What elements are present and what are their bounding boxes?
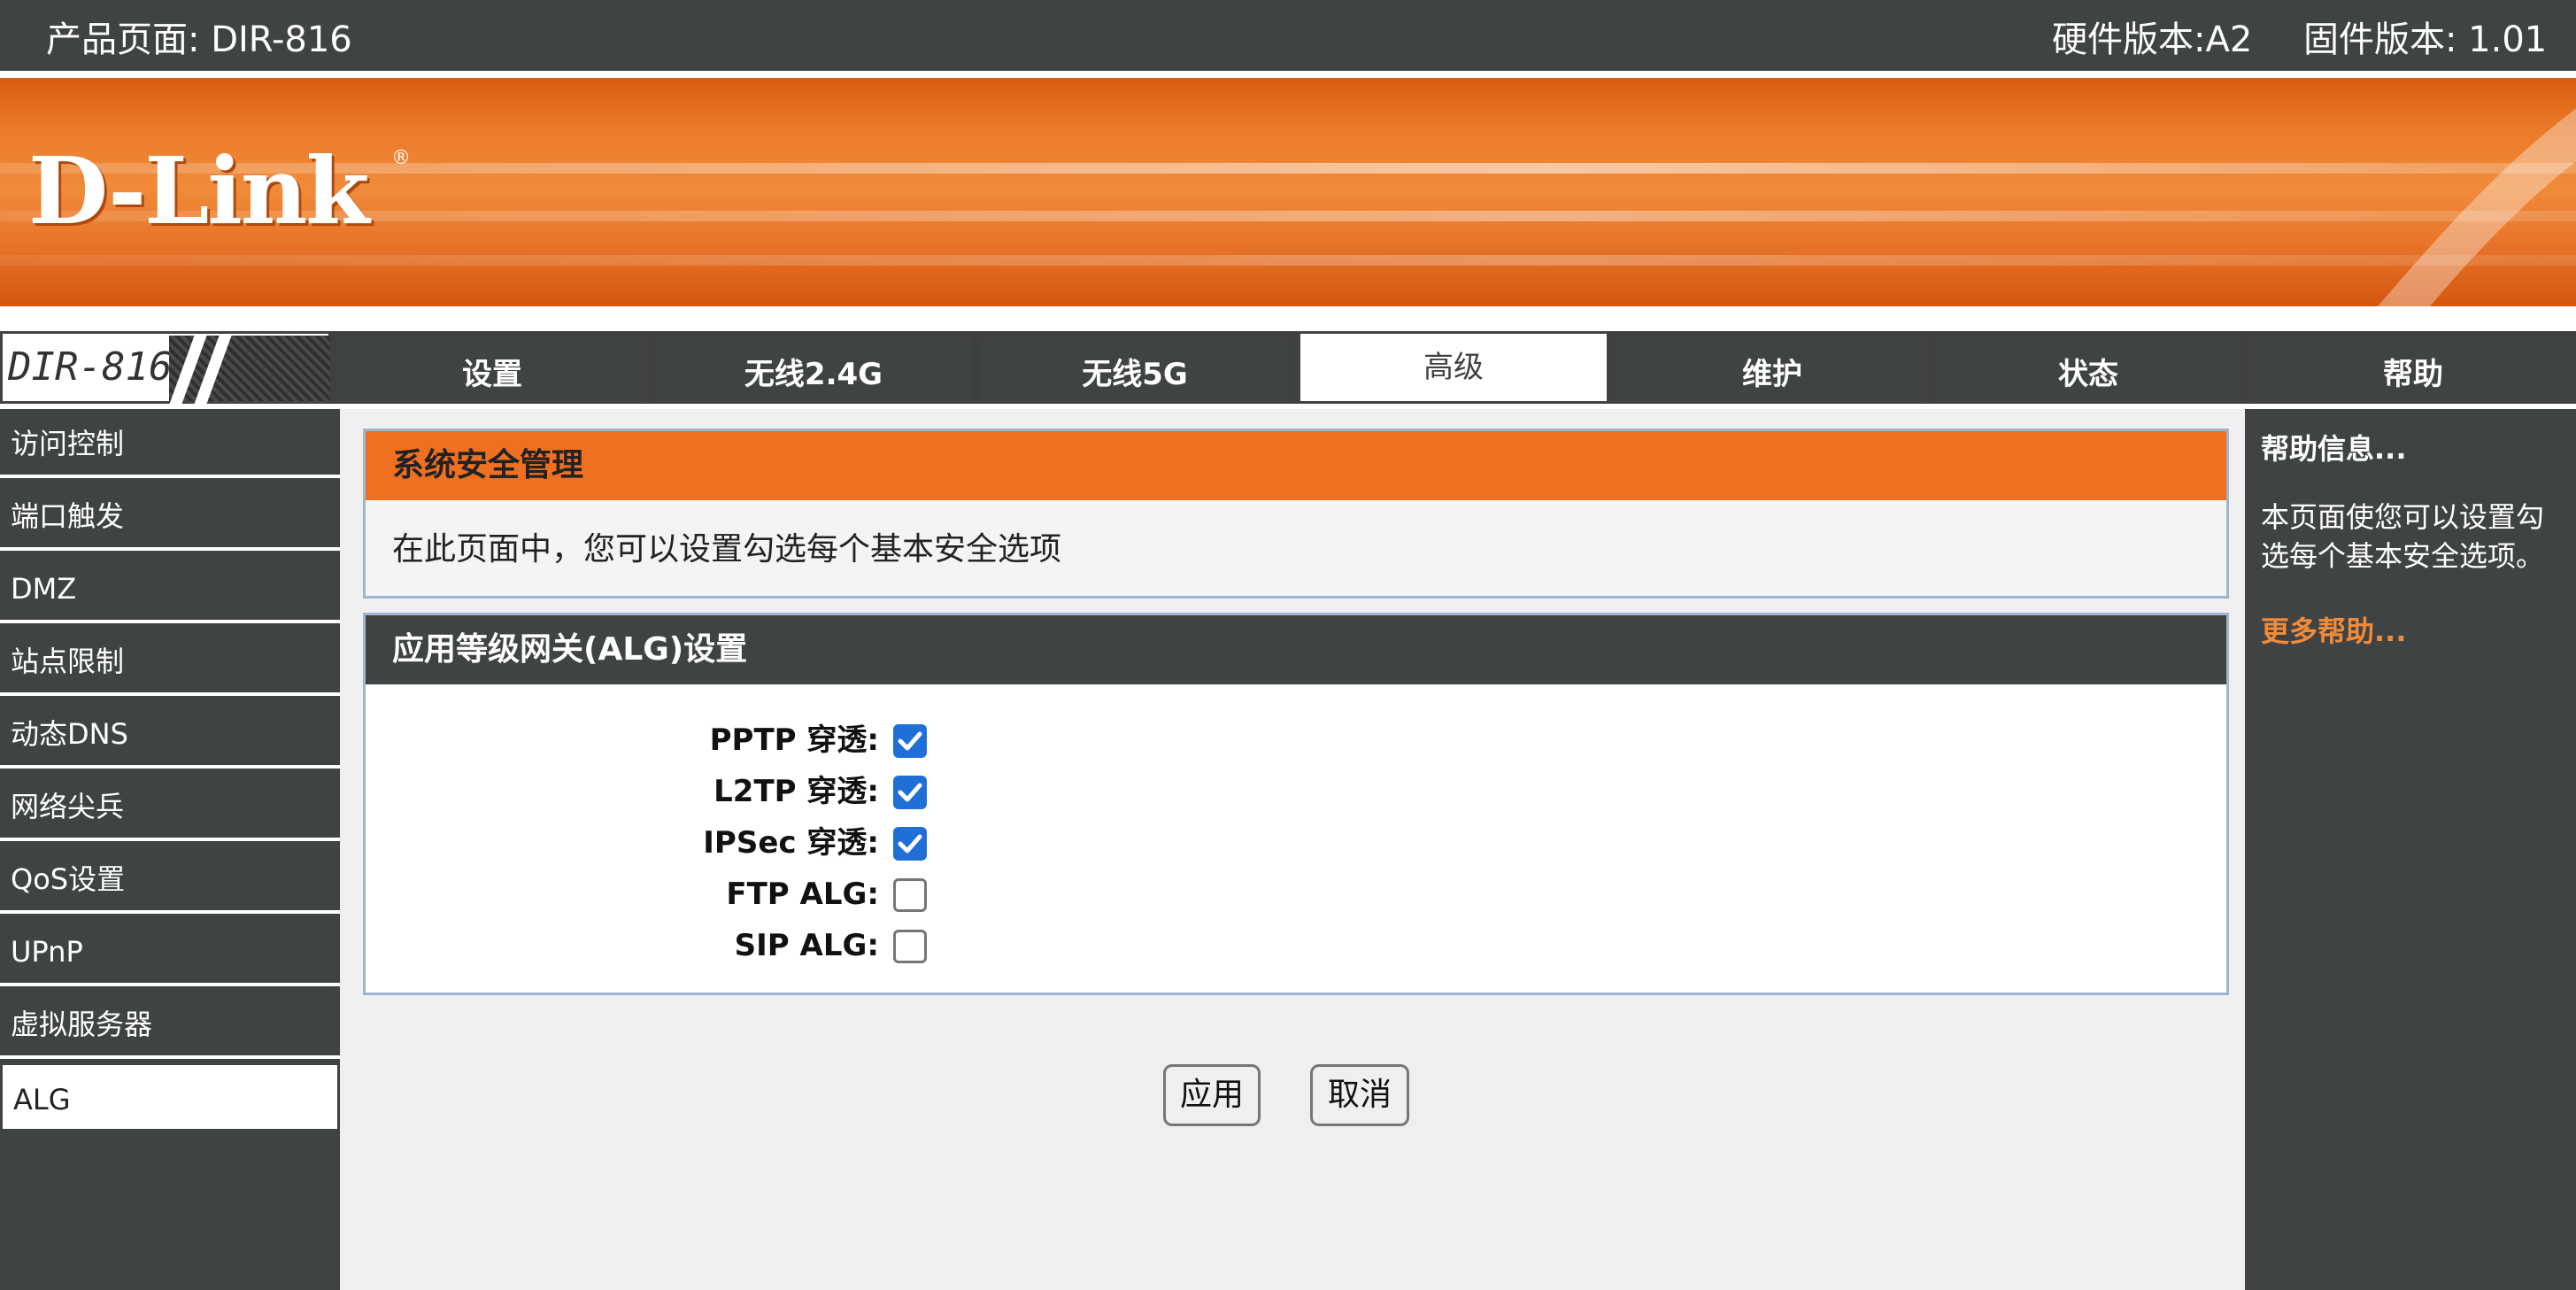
dlink-logo: D-Link — [28, 136, 370, 245]
sidebar-item-port-trigger[interactable]: 端口触发 — [0, 482, 340, 551]
section-title: 系统安全管理 — [366, 431, 2226, 500]
main-content: 系统安全管理 在此页面中，您可以设置勾选每个基本安全选项 应用等级网关(ALG)… — [340, 409, 2245, 1290]
alg-option-row: SIP ALG: — [366, 920, 2225, 971]
tab-maintenance[interactable]: 维护 — [1618, 338, 1926, 404]
pptp-label: PPTP 穿透: — [709, 722, 879, 758]
sip-alg-checkbox[interactable] — [893, 930, 927, 963]
pptp-checkbox[interactable] — [893, 724, 927, 758]
sidebar-item-dmz[interactable]: DMZ — [0, 554, 340, 623]
sidebar-item-network-sentry[interactable]: 网络尖兵 — [0, 772, 340, 841]
apply-button[interactable]: 应用 — [1163, 1064, 1261, 1126]
help-panel: 帮助信息... 本页面使您可以设置勾选每个基本安全选项。 更多帮助... — [2248, 409, 2576, 1290]
banner-streak — [0, 211, 2576, 221]
alg-section: 应用等级网关(ALG)设置 PPTP 穿透: L2TP 穿透: IPSec 穿透… — [363, 613, 2229, 995]
sidebar-item-alg[interactable]: ALG — [0, 1062, 340, 1132]
sidebar-item-access-control[interactable]: 访问控制 — [0, 409, 340, 478]
sidebar-item-qos[interactable]: QoS设置 — [0, 845, 340, 914]
model-badge-pattern — [168, 336, 330, 406]
sidebar-item-upnp[interactable]: UPnP — [0, 917, 340, 986]
firmware-version: 固件版本: 1.01 — [2303, 19, 2548, 60]
tab-advanced[interactable]: 高级 — [1298, 331, 1609, 404]
model-badge: DIR-816 — [0, 331, 331, 406]
brand-banner: D-Link ® — [0, 78, 2576, 306]
sidebar-item-ddns[interactable]: 动态DNS — [0, 699, 340, 769]
sidebar: 访问控制 端口触发 DMZ 站点限制 动态DNS 网络尖兵 QoS设置 UPnP… — [0, 409, 340, 1290]
banner-streak — [0, 255, 2576, 266]
model-name: DIR-816 — [8, 344, 173, 390]
alg-option-row: IPSec 穿透: — [366, 817, 2225, 869]
registered-mark: ® — [391, 147, 411, 169]
help-title: 帮助信息... — [2261, 432, 2407, 466]
tab-help[interactable]: 帮助 — [2250, 338, 2576, 404]
sidebar-item-virtual-server[interactable]: 虚拟服务器 — [0, 990, 340, 1059]
alg-option-row: L2TP 穿透: — [366, 766, 2225, 817]
alg-option-row: PPTP 穿透: — [366, 715, 2225, 766]
divider — [0, 71, 2576, 78]
more-help-link[interactable]: 更多帮助... — [2261, 609, 2406, 650]
banner-streak — [0, 163, 2576, 174]
security-section: 系统安全管理 在此页面中，您可以设置勾选每个基本安全选项 — [363, 429, 2229, 599]
l2tp-label: L2TP 穿透: — [713, 774, 879, 809]
ftp-alg-checkbox[interactable] — [893, 878, 927, 912]
tab-wireless-5g[interactable]: 无线5G — [981, 338, 1289, 404]
product-page-label: 产品页面: DIR-816 — [46, 19, 352, 60]
help-text: 本页面使您可以设置勾选每个基本安全选项。 — [2261, 500, 2545, 573]
sip-alg-label: SIP ALG: — [734, 928, 879, 963]
ipsec-checkbox[interactable] — [893, 827, 927, 861]
ipsec-label: IPSec 穿透: — [703, 825, 879, 861]
section-description: 在此页面中，您可以设置勾选每个基本安全选项 — [392, 531, 1062, 568]
l2tp-checkbox[interactable] — [893, 776, 927, 809]
check-icon — [898, 834, 922, 854]
tab-status[interactable]: 状态 — [1935, 338, 2241, 404]
ftp-alg-label: FTP ALG: — [726, 877, 879, 912]
divider — [0, 306, 2576, 331]
top-info-bar: 产品页面: DIR-816 硬件版本:A2 固件版本: 1.01 — [0, 0, 2576, 71]
alg-option-row: FTP ALG: — [366, 869, 2225, 920]
tab-wireless-2g[interactable]: 无线2.4G — [655, 338, 972, 404]
check-icon — [898, 783, 922, 802]
section-title: 应用等级网关(ALG)设置 — [366, 615, 2226, 684]
hardware-version: 硬件版本:A2 — [2052, 19, 2253, 60]
banner-swoosh — [2378, 108, 2576, 306]
cancel-button[interactable]: 取消 — [1310, 1064, 1409, 1126]
sidebar-item-site-limit[interactable]: 站点限制 — [0, 627, 340, 696]
check-icon — [898, 731, 922, 751]
tab-setup[interactable]: 设置 — [338, 338, 646, 404]
